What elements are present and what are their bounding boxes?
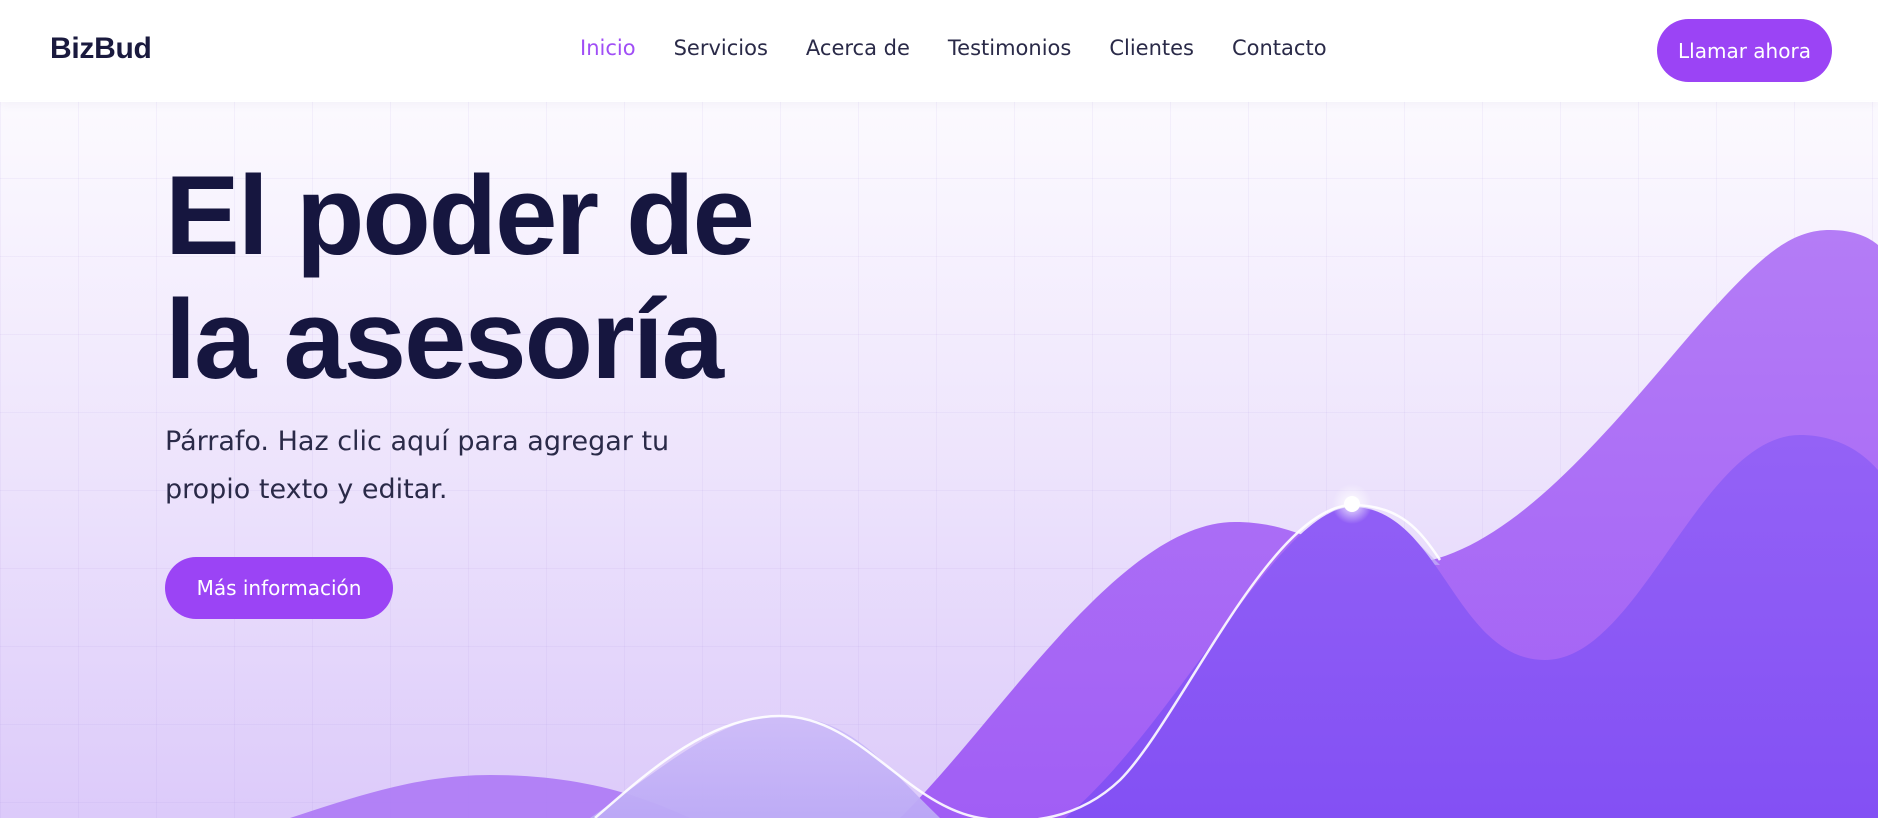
hero-headline-line-2: la asesoría [165, 277, 724, 402]
call-now-button[interactable]: Llamar ahora [1657, 19, 1832, 82]
main-nav: Inicio Servicios Acerca de Testimonios C… [580, 36, 1327, 60]
nav-item-acerca-de[interactable]: Acerca de [806, 36, 910, 60]
peak-dot [1344, 496, 1360, 512]
hero-headline-line-1: El poder de [165, 153, 755, 278]
nav-item-clientes[interactable]: Clientes [1109, 36, 1194, 60]
hero-paragraph-line-2: propio texto y editar. [165, 474, 448, 505]
nav-item-servicios[interactable]: Servicios [674, 36, 768, 60]
site-header: BizBud Inicio Servicios Acerca de Testim… [0, 0, 1878, 102]
hero-paragraph: Párrafo. Haz clic aquí para agregar tu p… [165, 418, 725, 514]
nav-item-testimonios[interactable]: Testimonios [948, 36, 1071, 60]
hero-paragraph-line-1: Párrafo. Haz clic aquí para agregar tu [165, 426, 670, 457]
more-info-button[interactable]: Más información [165, 557, 393, 619]
nav-item-inicio[interactable]: Inicio [580, 36, 636, 60]
nav-item-contacto[interactable]: Contacto [1232, 36, 1327, 60]
hero-headline: El poder de la asesoría [165, 153, 755, 402]
hero-wave-illustration [290, 230, 1878, 818]
site-logo[interactable]: BizBud [50, 32, 152, 66]
